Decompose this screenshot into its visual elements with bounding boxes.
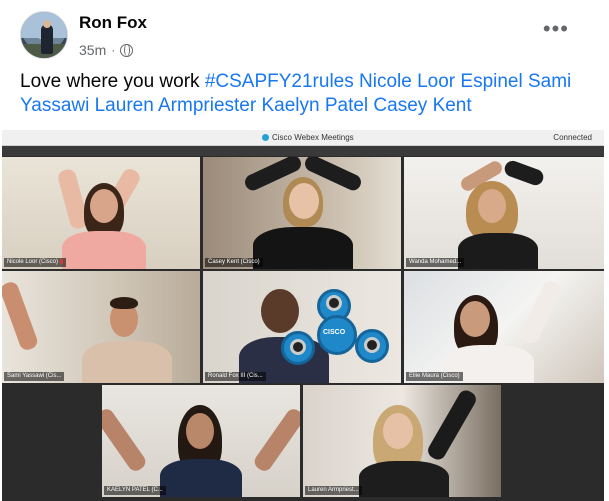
participant-name: Wanda Mohamed... bbox=[409, 259, 462, 265]
participant-head bbox=[186, 413, 214, 449]
meeting-status: Connected bbox=[553, 133, 592, 142]
avatar-person bbox=[41, 24, 53, 54]
participant-tile: Ellie Maura (Cisco) bbox=[404, 271, 604, 383]
participant-name-tag: Ellie Maura (Cisco) bbox=[406, 372, 463, 381]
participant-name: Sami Yassawi (Cis... bbox=[7, 373, 62, 379]
participant-body bbox=[359, 461, 449, 497]
participant-tile: Casey Kent (Cisco) bbox=[203, 157, 401, 269]
participant-head bbox=[383, 413, 413, 449]
participant-name: Ellie Maura (Cisco) bbox=[409, 373, 460, 379]
participant-name-tag: Sami Yassawi (Cis... bbox=[4, 372, 65, 381]
author-name[interactable]: Ron Fox bbox=[79, 13, 147, 33]
participant-name-tag: Casey Kent (Cisco) bbox=[205, 258, 263, 267]
meeting-toolbar-strip bbox=[2, 146, 604, 156]
meta-separator: · bbox=[111, 43, 116, 57]
participant-name: Lauren Armpriest... bbox=[308, 487, 359, 493]
meeting-screenshot[interactable]: Cisco Webex Meetings Connected Nicole Lo… bbox=[2, 130, 604, 501]
post-text: Love where you work #CSAPFY21rules Nicol… bbox=[20, 70, 590, 118]
participant-tile: Lauren Armpriest... bbox=[303, 385, 501, 497]
participant-head bbox=[460, 301, 490, 337]
spinner-bearing bbox=[326, 295, 342, 311]
avatar-head bbox=[43, 20, 51, 28]
post-time[interactable]: 35m bbox=[79, 42, 106, 58]
tagged-people-line-1[interactable]: Nicole Loor Espinel Sami bbox=[359, 71, 571, 92]
participant-name-tag: Lauren Armpriest... bbox=[305, 486, 362, 495]
participant-name: Casey Kent (Cisco) bbox=[208, 259, 260, 265]
participant-name-tag: KAELYN PATEL (C... bbox=[104, 486, 166, 495]
participant-hair bbox=[110, 297, 138, 309]
participant-tile: KAELYN PATEL (C... bbox=[102, 385, 300, 497]
more-options-button[interactable]: ••• bbox=[543, 18, 569, 40]
participant-tile: Sami Yassawi (Cis... bbox=[2, 271, 200, 383]
participant-tile: CISCO Ronald Fox III (Cis... bbox=[203, 271, 401, 383]
participant-name: Nicole Loor (Cisco) bbox=[7, 259, 59, 265]
participant-body bbox=[82, 341, 172, 383]
spinner-logo: CISCO bbox=[323, 329, 346, 336]
participant-head bbox=[90, 189, 118, 223]
participant-tile: Wanda Mohamed... bbox=[404, 157, 604, 269]
participant-body bbox=[253, 227, 353, 269]
spinner-bearing bbox=[290, 339, 306, 355]
tagged-people-line-2[interactable]: Yassawi Lauren Armpriester Kaelyn Patel … bbox=[20, 95, 472, 116]
hashtag-link[interactable]: #CSAPFY21rules bbox=[205, 71, 354, 92]
meeting-app-title: Cisco Webex Meetings bbox=[262, 133, 354, 142]
participant-head bbox=[478, 189, 506, 223]
participant-name: Ronald Fox III (Cis... bbox=[208, 373, 263, 379]
meeting-app-title-label: Cisco Webex Meetings bbox=[272, 133, 354, 142]
avatar[interactable] bbox=[20, 11, 68, 59]
participant-head bbox=[289, 183, 319, 219]
post-text-prefix: Love where you work bbox=[20, 71, 200, 92]
fidget-spinner: CISCO bbox=[281, 289, 401, 379]
participant-name-tag: Ronald Fox III (Cis... bbox=[205, 372, 266, 381]
participant-name: KAELYN PATEL (C... bbox=[107, 487, 163, 493]
post-header: Ron Fox 35m · ••• bbox=[0, 0, 609, 66]
globe-icon[interactable] bbox=[120, 43, 134, 57]
post-meta: 35m · bbox=[79, 42, 134, 58]
participant-body bbox=[458, 233, 538, 269]
participant-body bbox=[62, 231, 146, 269]
spinner-bearing bbox=[364, 337, 380, 353]
participant-name-tag: Nicole Loor (Cisco) ▮ bbox=[4, 258, 67, 267]
mic-muted-icon: ▮ bbox=[60, 259, 64, 265]
participant-name-tag: Wanda Mohamed... bbox=[406, 258, 465, 267]
webex-icon bbox=[262, 134, 269, 141]
participant-tile: Nicole Loor (Cisco) ▮ bbox=[2, 157, 200, 269]
participant-body bbox=[160, 459, 242, 497]
meeting-titlebar: Cisco Webex Meetings Connected bbox=[2, 130, 604, 146]
